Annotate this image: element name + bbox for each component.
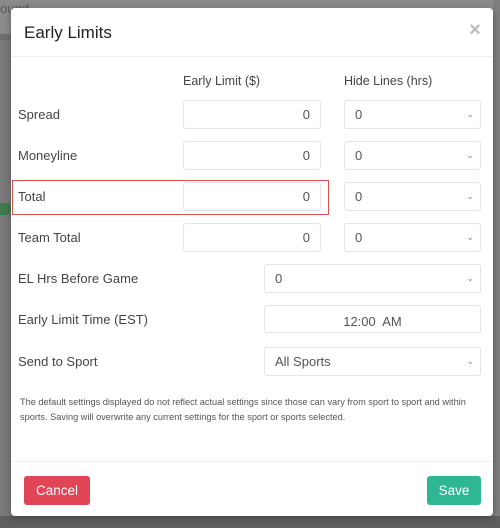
background-footer	[0, 516, 500, 528]
send-to-sport-value: All Sports	[275, 354, 331, 369]
total-early-limit-input[interactable]: 0	[183, 182, 321, 211]
moneyline-hide-lines-value: 0	[355, 148, 363, 163]
early-limits-modal: Early Limits × Early Limit ($) Hide Line…	[11, 8, 493, 516]
save-button[interactable]: Save	[427, 476, 481, 505]
modal-header: Early Limits ×	[11, 8, 493, 57]
send-to-sport-label: Send to Sport	[18, 354, 98, 369]
column-header-hide-lines: Hide Lines (hrs)	[344, 74, 433, 88]
total-hide-lines-value: 0	[355, 189, 363, 204]
total-hide-lines-select[interactable]: 0 ⌄	[344, 182, 481, 211]
team-total-hide-lines-select[interactable]: 0 ⌄	[344, 223, 481, 252]
row-label-spread: Spread	[18, 107, 60, 122]
spread-hide-lines-value: 0	[355, 107, 363, 122]
early-limit-time-input[interactable]: 12:00 AM	[264, 305, 481, 333]
chevron-down-icon: ⌄	[466, 273, 474, 283]
el-hrs-before-game-value: 0	[275, 271, 283, 286]
cancel-button[interactable]: Cancel	[24, 476, 90, 505]
chevron-down-icon: ⌄	[466, 109, 474, 119]
early-limit-time-label: Early Limit Time (EST)	[18, 312, 149, 327]
team-total-early-limit-input[interactable]: 0	[183, 223, 321, 252]
column-header-early-limit: Early Limit ($)	[183, 74, 261, 88]
moneyline-early-limit-input[interactable]: 0	[183, 141, 321, 170]
settings-note: The default settings displayed do not re…	[20, 397, 466, 422]
footer-divider	[11, 461, 493, 462]
el-hrs-before-game-select[interactable]: 0 ⌄	[264, 264, 481, 293]
chevron-down-icon: ⌄	[466, 191, 474, 201]
row-label-moneyline: Moneyline	[18, 148, 78, 163]
moneyline-hide-lines-select[interactable]: 0 ⌄	[344, 141, 481, 170]
row-label-team-total: Team Total	[18, 230, 81, 245]
chevron-down-icon: ⌄	[466, 150, 474, 160]
close-icon[interactable]: ×	[466, 20, 484, 40]
background-right-column	[493, 0, 500, 528]
el-hrs-before-game-label: EL Hrs Before Game	[18, 271, 139, 286]
chevron-down-icon: ⌄	[466, 232, 474, 242]
row-label-total: Total	[18, 189, 46, 204]
send-to-sport-select[interactable]: All Sports ⌄	[264, 347, 481, 376]
chevron-down-icon: ⌄	[466, 356, 474, 366]
spread-early-limit-input[interactable]: 0	[183, 100, 321, 129]
modal-title: Early Limits	[24, 23, 112, 42]
spread-hide-lines-select[interactable]: 0 ⌄	[344, 100, 481, 129]
team-total-hide-lines-value: 0	[355, 230, 363, 245]
